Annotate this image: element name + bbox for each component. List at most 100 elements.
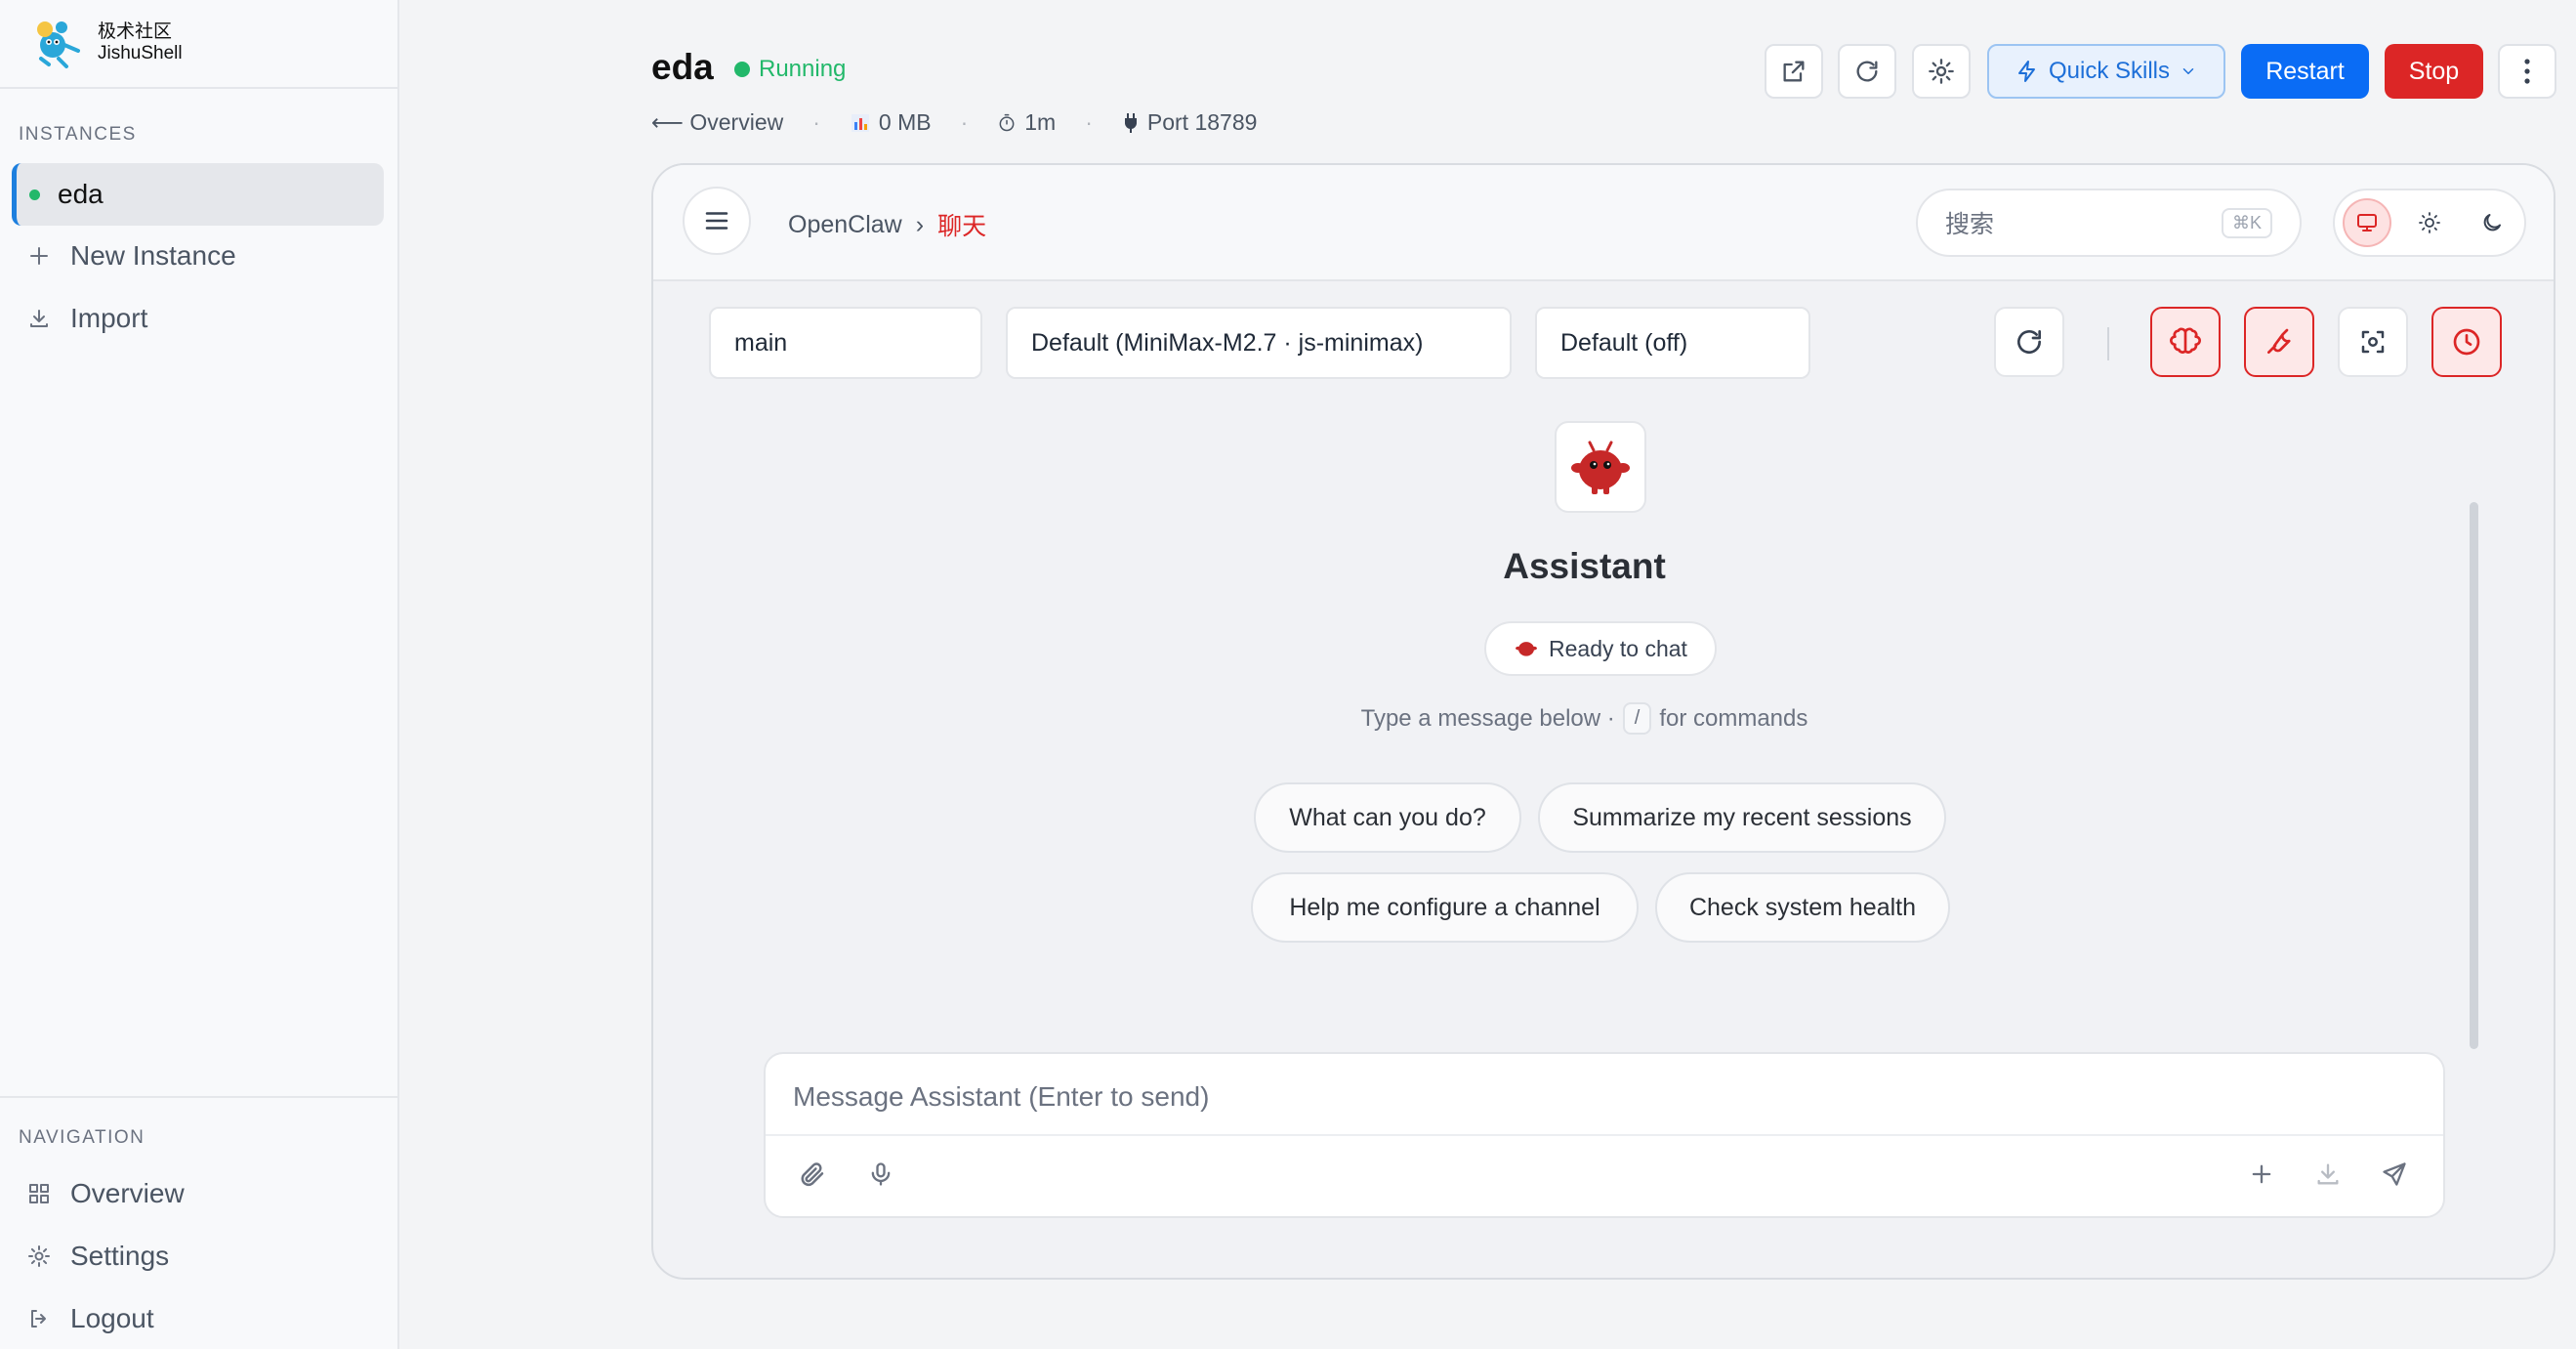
- plug-icon: [1124, 112, 1137, 133]
- uptime: 1m: [997, 109, 1056, 136]
- attach-button[interactable]: [796, 1158, 829, 1191]
- panel-topbar: OpenClaw › 聊天 搜索 ⌘K: [653, 165, 2554, 281]
- model-select[interactable]: Default (MiniMax-M2.7 · js-minimax): [1006, 307, 1512, 379]
- message-composer: Message Assistant (Enter to send): [764, 1052, 2445, 1218]
- brain-icon: [2170, 327, 2201, 354]
- status-label: Running: [759, 56, 847, 82]
- refresh-icon: [1856, 61, 1878, 82]
- menu-button[interactable]: [683, 187, 751, 255]
- port-value: Port 18789: [1146, 109, 1258, 135]
- meta-separator: ·: [1085, 109, 1093, 135]
- suggestion-chip[interactable]: Summarize my recent sessions: [1538, 782, 1946, 853]
- chat-panel: OpenClaw › 聊天 搜索 ⌘K main Default (MiniMa…: [651, 163, 2555, 1280]
- brand-name: 极术社区 JishuShell: [98, 21, 183, 64]
- sidebar-item-label: Overview: [70, 1178, 185, 1208]
- theme-light-button[interactable]: [2405, 198, 2454, 247]
- slash-key: /: [1622, 702, 1652, 735]
- back-to-overview-link[interactable]: ⟵ Overview: [651, 109, 783, 136]
- breadcrumb-current: 聊天: [937, 213, 987, 240]
- theme-switcher: [2333, 189, 2526, 257]
- bar-chart-icon: [851, 113, 869, 132]
- import-button[interactable]: Import: [27, 303, 147, 334]
- chat-scrollbar[interactable]: [2470, 502, 2478, 1049]
- brand-name-en: JishuShell: [98, 43, 183, 63]
- memory-toggle-button[interactable]: [2150, 307, 2221, 377]
- moon-icon: [2483, 214, 2501, 232]
- sidebar-item-logout[interactable]: Logout: [27, 1303, 154, 1334]
- thinking-select[interactable]: Default (off): [1535, 307, 1810, 379]
- instance-settings-button[interactable]: [1912, 44, 1971, 99]
- status-dot: [734, 62, 750, 77]
- theme-system-button[interactable]: [2343, 198, 2391, 247]
- wrench-icon: [2267, 328, 2291, 354]
- commands-hint: Type a message below · / for commands: [653, 702, 2515, 735]
- assistant-avatar: [1555, 421, 1646, 513]
- lightning-icon: [2017, 61, 2035, 82]
- suggestion-chip[interactable]: What can you do?: [1254, 782, 1521, 853]
- send-icon: [2383, 1162, 2406, 1186]
- ready-status-label: Ready to chat: [1549, 635, 1687, 661]
- send-button[interactable]: [2378, 1158, 2411, 1191]
- more-options-button[interactable]: [2498, 44, 2556, 99]
- brand-name-cn: 极术社区: [98, 21, 173, 42]
- suggestion-chip[interactable]: Check system health: [1655, 872, 1950, 943]
- port: Port 18789: [1122, 109, 1258, 136]
- status-badge: Running: [734, 56, 846, 83]
- grid-icon: [29, 1184, 49, 1203]
- instance-meta: ⟵ Overview · 0 MB · 1m · Port 18789: [651, 109, 1257, 136]
- external-link-icon: [1783, 61, 1805, 82]
- voice-input-button[interactable]: [864, 1158, 897, 1191]
- export-button[interactable]: [2311, 1158, 2345, 1191]
- gear-icon: [1929, 59, 1954, 84]
- crab-mascot-icon: [1516, 642, 1537, 656]
- refresh-button[interactable]: [1838, 44, 1896, 99]
- stopwatch-icon: [999, 113, 1015, 131]
- logout-icon: [31, 1310, 46, 1328]
- meta-separator: ·: [812, 109, 820, 135]
- plus-icon: [30, 247, 48, 265]
- search-shortcut: ⌘K: [2221, 207, 2272, 238]
- crab-mascot-icon: [1571, 441, 1630, 494]
- hamburger-icon: [705, 212, 728, 230]
- assistant-name: Assistant: [1503, 546, 1666, 586]
- monitor-icon: [2357, 214, 2377, 232]
- sidebar: 极术社区 JishuShell INSTANCES eda New Instan…: [0, 0, 399, 1349]
- restart-button[interactable]: Restart: [2241, 44, 2369, 99]
- suggestion-chip[interactable]: Help me configure a channel: [1251, 872, 1639, 943]
- quick-skills-dropdown[interactable]: Quick Skills: [1987, 44, 2225, 99]
- message-input[interactable]: Message Assistant (Enter to send): [793, 1081, 1209, 1113]
- tools-toggle-button[interactable]: [2244, 307, 2314, 377]
- microphone-icon: [871, 1162, 891, 1186]
- open-external-button[interactable]: [1765, 44, 1823, 99]
- memory-usage: 0 MB: [850, 109, 932, 136]
- theme-dark-button[interactable]: [2468, 198, 2516, 247]
- history-toggle-button[interactable]: [2431, 307, 2502, 377]
- reload-chat-button[interactable]: [1994, 307, 2064, 377]
- focus-mode-button[interactable]: [2338, 307, 2408, 377]
- sidebar-item-settings[interactable]: Settings: [27, 1241, 169, 1272]
- instance-status-dot: [29, 189, 40, 200]
- clock-icon: [2453, 328, 2480, 356]
- paperclip-icon: [801, 1162, 824, 1187]
- sidebar-item-label: Logout: [70, 1303, 154, 1333]
- new-instance-button[interactable]: New Instance: [27, 240, 236, 272]
- lobster-logo-icon: [37, 21, 80, 68]
- download-icon: [2317, 1163, 2339, 1185]
- new-instance-label: New Instance: [70, 240, 236, 271]
- toolbar-divider: [2107, 327, 2109, 360]
- search-input[interactable]: 搜索 ⌘K: [1916, 189, 2302, 257]
- stop-button[interactable]: Stop: [2385, 44, 2483, 99]
- breadcrumb: OpenClaw › 聊天: [788, 207, 986, 242]
- memory-value: 0 MB: [878, 109, 932, 135]
- navigation-heading: NAVIGATION: [19, 1127, 145, 1148]
- sidebar-item-instance-eda[interactable]: eda: [12, 163, 384, 226]
- instance-title: eda: [651, 47, 714, 87]
- sidebar-item-overview[interactable]: Overview: [27, 1178, 185, 1209]
- hint-suffix: for commands: [1659, 704, 1808, 732]
- sun-icon: [2419, 212, 2440, 233]
- brand-logo[interactable]: 极术社区 JishuShell: [29, 14, 183, 72]
- breadcrumb-root[interactable]: OpenClaw: [788, 211, 902, 239]
- add-button[interactable]: [2245, 1158, 2278, 1191]
- breadcrumb-separator: ›: [915, 210, 925, 238]
- agent-select[interactable]: main: [709, 307, 982, 379]
